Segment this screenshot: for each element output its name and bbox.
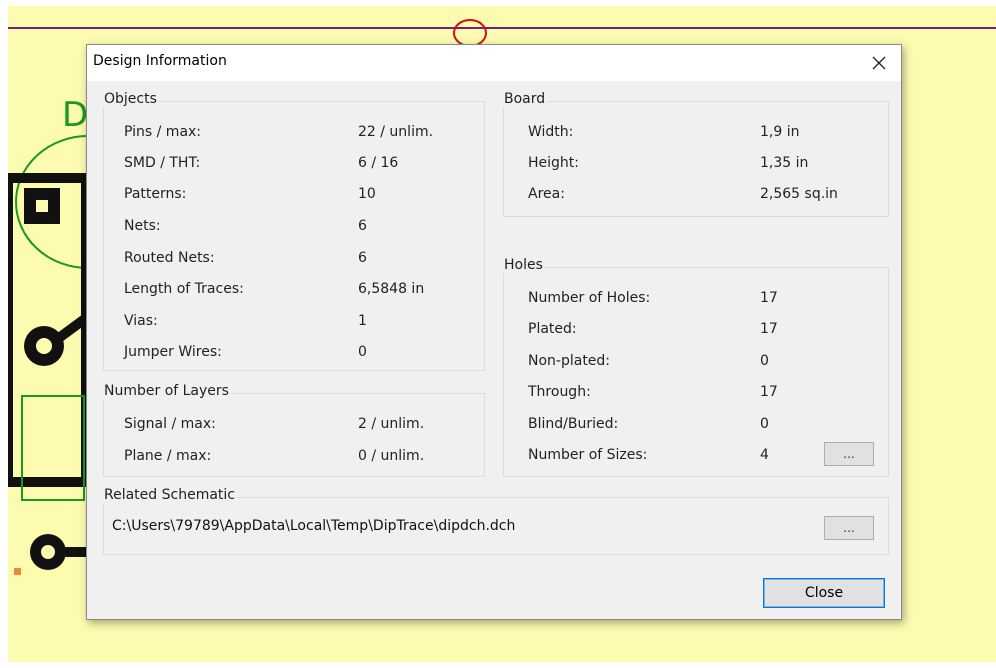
close-button[interactable]: Close: [763, 578, 885, 608]
routed-nets-value: 6: [358, 250, 367, 266]
signal-layers-label: Signal / max:: [124, 416, 216, 432]
trace-length-value: 6,5848 in: [358, 281, 425, 297]
non-plated-label: Non-plated:: [528, 353, 611, 369]
objects-group-title: Objects: [102, 91, 159, 107]
signal-layers-value: 2 / unlim.: [358, 416, 425, 432]
holes-group-title: Holes: [502, 257, 545, 273]
area-value: 2,565 sq.in: [760, 186, 838, 202]
design-information-dialog: Design Information Objects Pins / max: 2…: [86, 44, 902, 620]
designator-fragment: D: [62, 95, 88, 135]
dialog-titlebar[interactable]: Design Information: [87, 45, 901, 81]
area-label: Area:: [528, 186, 565, 202]
nets-value: 6: [358, 218, 367, 234]
schematic-group-title: Related Schematic: [102, 487, 237, 503]
pad-hole: [41, 545, 55, 559]
trace-length-label: Length of Traces:: [124, 281, 244, 297]
number-of-holes-value: 17: [760, 290, 778, 306]
pins-label: Pins / max:: [124, 124, 202, 140]
width-value: 1,9 in: [760, 124, 800, 140]
board-group-title: Board: [502, 91, 548, 107]
holes-group: Holes Number of Holes: 17 Plated: 17 Non…: [502, 257, 889, 477]
smd-tht-label: SMD / THT:: [124, 155, 201, 171]
plated-value: 17: [760, 321, 778, 337]
routed-nets-label: Routed Nets:: [124, 250, 215, 266]
height-value: 1,35 in: [760, 155, 809, 171]
pins-value: 22 / unlim.: [358, 124, 434, 140]
non-plated-value: 0: [760, 353, 769, 369]
smd-tht-value: 6 / 16: [358, 155, 399, 171]
width-label: Width:: [528, 124, 574, 140]
schematic-path: C:\Users\79789\AppData\Local\Temp\DipTra…: [112, 518, 516, 534]
plane-layers-value: 0 / unlim.: [358, 448, 425, 464]
plated-label: Plated:: [528, 321, 577, 337]
schematic-group: Related Schematic C:\Users\79789\AppData…: [102, 487, 889, 555]
layers-group-title: Number of Layers: [102, 383, 231, 399]
number-of-holes-label: Number of Holes:: [528, 290, 651, 306]
height-label: Height:: [528, 155, 579, 171]
number-of-sizes-label: Number of Sizes:: [528, 447, 648, 463]
pad-hole: [36, 338, 52, 354]
patterns-value: 10: [358, 186, 376, 202]
through-value: 17: [760, 384, 778, 400]
close-icon[interactable]: [865, 49, 893, 77]
blind-buried-label: Blind/Buried:: [528, 416, 619, 432]
vias-value: 1: [358, 313, 367, 329]
nets-label: Nets:: [124, 218, 161, 234]
jumper-wires-value: 0: [358, 344, 367, 360]
number-of-sizes-value: 4: [760, 447, 769, 463]
dialog-title: Design Information: [93, 53, 227, 69]
smd-pad: [14, 568, 21, 575]
via-marker: [453, 19, 487, 47]
through-label: Through:: [528, 384, 591, 400]
vias-label: Vias:: [124, 313, 158, 329]
layers-group: Number of Layers Signal / max: 2 / unlim…: [102, 383, 485, 477]
schematic-browse-button[interactable]: ...: [824, 516, 874, 540]
jumper-wires-label: Jumper Wires:: [124, 344, 222, 360]
patterns-label: Patterns:: [124, 186, 187, 202]
objects-group: Objects Pins / max: 22 / unlim. SMD / TH…: [102, 91, 485, 371]
hole-sizes-button[interactable]: ...: [824, 442, 874, 466]
board-group: Board Width: 1,9 in Height: 1,35 in Area…: [502, 91, 889, 217]
blind-buried-value: 0: [760, 416, 769, 432]
plane-layers-label: Plane / max:: [124, 448, 212, 464]
pad-hole: [36, 200, 48, 212]
